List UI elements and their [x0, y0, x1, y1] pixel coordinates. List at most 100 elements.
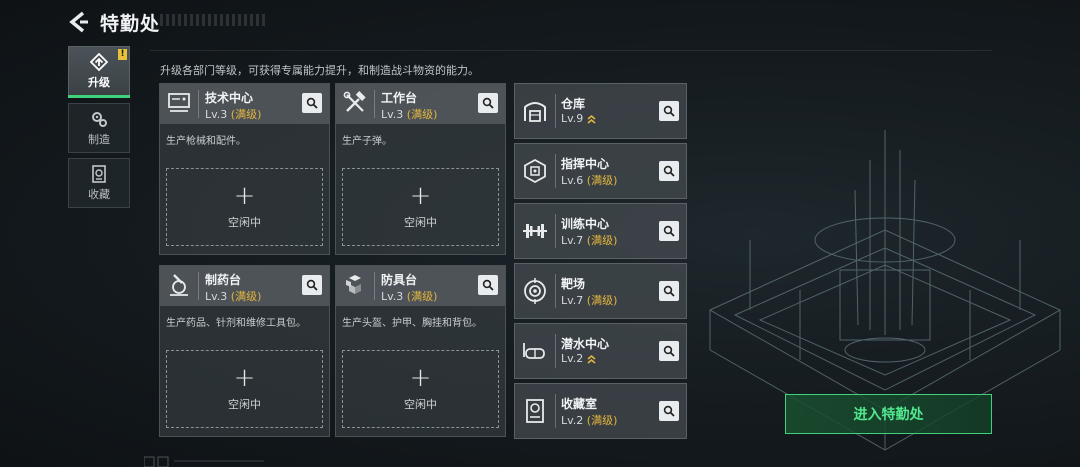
production-slot[interactable]: + 空闲中 [166, 168, 323, 246]
workshop-card-workbench[interactable]: 工作台 Lv.3 (满级) 生产子弹。 + 空闲中 [335, 83, 506, 255]
slot-status: 空闲中 [404, 398, 437, 411]
collection-room-icon [526, 399, 544, 423]
title-decoration [160, 14, 268, 26]
workshop-card-tech-center[interactable]: 技术中心 Lv.3 (满级) 生产枪械和配件。 + 空闲中 [159, 83, 330, 255]
facility-collection-room[interactable]: 收藏室 Lv.2 (满级) [514, 383, 687, 439]
search-icon [663, 405, 675, 417]
facility-command-center[interactable]: 指挥中心 Lv.6 (满级) [514, 143, 687, 199]
dumbbell-icon [523, 224, 547, 238]
search-button[interactable] [478, 93, 498, 113]
search-icon [663, 285, 675, 297]
facility-level: Lv.7 (满级) [561, 294, 618, 307]
slot-status: 空闲中 [228, 216, 261, 229]
slot-status: 空闲中 [228, 398, 261, 411]
tab-label: 升级 [88, 75, 110, 89]
search-button[interactable] [659, 101, 679, 121]
warehouse-icon [524, 102, 546, 122]
plus-icon: + [409, 181, 432, 211]
workshop-description: 生产药品、针剂和维修工具包。 [166, 318, 306, 329]
tab-label: 收藏 [88, 187, 110, 201]
search-button[interactable] [659, 161, 679, 181]
slot-status: 空闲中 [404, 216, 437, 229]
divider [555, 394, 556, 428]
facility-name: 训练中心 [561, 217, 610, 231]
upgrade-arrow-icon [587, 114, 596, 124]
facility-name: 收藏室 [561, 397, 598, 411]
upgrade-icon [90, 52, 108, 71]
workshop-name: 工作台 [381, 91, 418, 105]
upgrade-arrow-icon [587, 354, 596, 364]
divider [555, 214, 556, 248]
header-divider [150, 50, 992, 51]
corner-decoration [144, 456, 264, 467]
workshop-name: 制药台 [205, 273, 242, 287]
notification-badge: ! [118, 49, 127, 60]
search-button[interactable] [302, 275, 322, 295]
collection-icon [92, 164, 106, 183]
facility-training-center[interactable]: 训练中心 Lv.7 (满级) [514, 203, 687, 259]
card-header: 制药台 Lv.3 (满级) [160, 266, 329, 306]
search-icon [663, 225, 675, 237]
armor-bench-icon [346, 275, 361, 294]
workshop-level: Lv.3 (满级) [381, 290, 438, 303]
plus-icon: + [233, 363, 256, 393]
divider [374, 90, 375, 118]
production-slot[interactable]: + 空闲中 [166, 350, 323, 428]
workshop-name: 防具台 [381, 273, 418, 287]
workshop-level: Lv.3 (满级) [381, 108, 438, 121]
target-icon [524, 278, 546, 304]
card-header: 防具台 Lv.3 (满级) [336, 266, 505, 306]
facility-name: 指挥中心 [561, 157, 610, 171]
workshop-description: 生产头盔、护甲、胸挂和背包。 [342, 318, 482, 329]
divider [198, 272, 199, 300]
production-slot[interactable]: + 空闲中 [342, 168, 499, 246]
divider [555, 274, 556, 308]
facility-level: Lv.9 [561, 112, 596, 125]
divider [555, 154, 556, 188]
divider [555, 94, 556, 128]
workbench-icon [343, 91, 366, 112]
search-icon [482, 279, 494, 291]
facility-level: Lv.6 (满级) [561, 174, 618, 187]
pharmacy-icon [170, 274, 188, 296]
page-title: 特勤处 [100, 13, 161, 35]
production-slot[interactable]: + 空闲中 [342, 350, 499, 428]
facility-shooting-range[interactable]: 靶场 Lv.7 (满级) [514, 263, 687, 319]
card-header: 技术中心 Lv.3 (满级) [160, 84, 329, 124]
facility-level: Lv.2 [561, 352, 596, 365]
search-button[interactable] [659, 401, 679, 421]
tab-label: 制造 [88, 132, 110, 146]
command-center-icon [524, 158, 546, 184]
workshop-level: Lv.3 (满级) [205, 290, 262, 303]
enter-special-ops-button[interactable]: 进入特勤处 [785, 394, 992, 434]
dive-mask-icon [523, 343, 545, 359]
plus-icon: + [233, 181, 256, 211]
divider [555, 334, 556, 368]
search-icon [306, 279, 318, 291]
back-arrow-icon[interactable] [66, 10, 90, 34]
search-button[interactable] [659, 281, 679, 301]
facility-name: 靶场 [561, 277, 586, 291]
facility-warehouse[interactable]: 仓库 Lv.9 [514, 83, 687, 139]
facility-level: Lv.2 (满级) [561, 414, 618, 427]
workshop-description: 生产子弹。 [342, 136, 392, 147]
workshop-card-armor-bench[interactable]: 防具台 Lv.3 (满级) 生产头盔、护甲、胸挂和背包。 + 空闲中 [335, 265, 506, 437]
workshop-level: Lv.3 (满级) [205, 108, 262, 121]
workshop-card-pharmacy[interactable]: 制药台 Lv.3 (满级) 生产药品、针剂和维修工具包。 + 空闲中 [159, 265, 330, 437]
tab-collection[interactable]: 收藏 [68, 158, 130, 208]
facility-name: 潜水中心 [561, 337, 610, 351]
facility-dive-center[interactable]: 潜水中心 Lv.2 [514, 323, 687, 379]
card-header: 工作台 Lv.3 (满级) [336, 84, 505, 124]
search-button[interactable] [478, 275, 498, 295]
divider [198, 90, 199, 118]
search-button[interactable] [302, 93, 322, 113]
workshop-name: 技术中心 [205, 91, 254, 105]
tab-upgrade[interactable]: ! 升级 [68, 46, 130, 98]
tab-craft[interactable]: 制造 [68, 103, 130, 153]
search-button[interactable] [659, 221, 679, 241]
tech-center-icon [168, 93, 190, 112]
search-icon [663, 165, 675, 177]
workshop-description: 生产枪械和配件。 [166, 136, 246, 147]
search-button[interactable] [659, 341, 679, 361]
search-icon [663, 105, 675, 117]
